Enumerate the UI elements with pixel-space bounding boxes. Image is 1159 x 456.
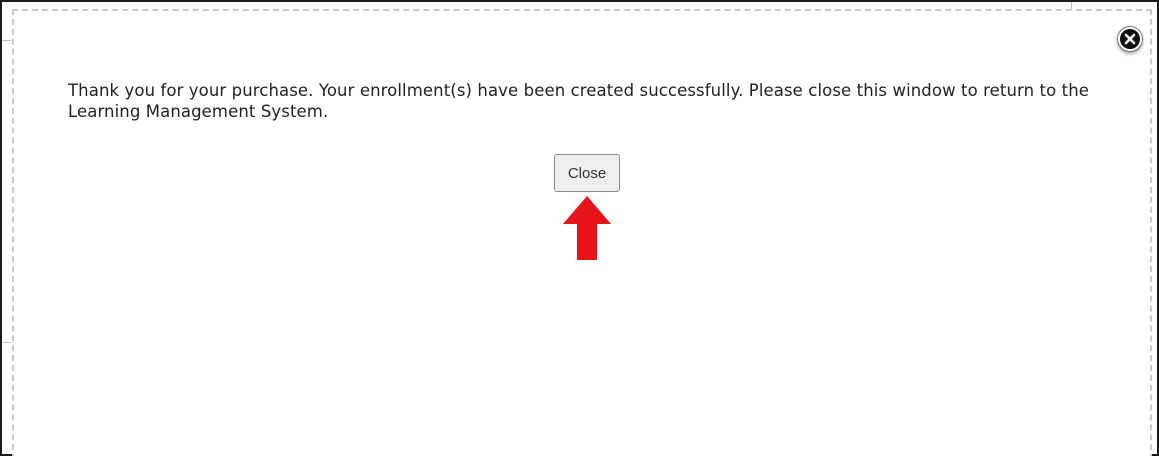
backdrop-edge-left-2 xyxy=(2,342,11,343)
close-button[interactable]: Close xyxy=(554,154,620,192)
backdrop-edge-left xyxy=(2,40,11,41)
confirmation-message: Thank you for your purchase. Your enroll… xyxy=(68,81,1090,121)
x-glyph xyxy=(1124,33,1136,45)
screen: Thank you for your purchase. Your enroll… xyxy=(0,0,1159,456)
arrow-up-icon xyxy=(563,196,611,260)
close-x-icon[interactable] xyxy=(1118,27,1142,51)
